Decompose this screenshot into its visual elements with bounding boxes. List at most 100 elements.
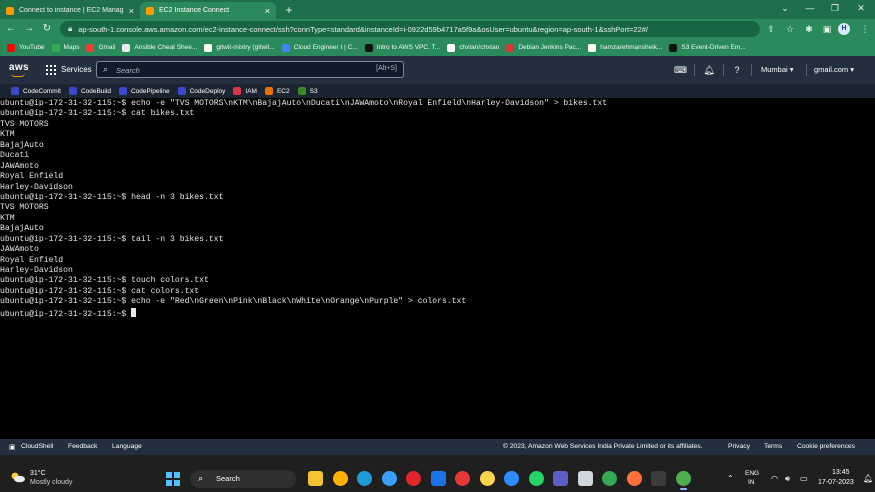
tab-ec2-instance-connect[interactable]: EC2 Instance Connect × [140,2,276,19]
forward-icon[interactable]: → [22,22,36,36]
bookmark-item[interactable]: Debian Jenkins Pac... [506,43,582,52]
copilot-app-icon[interactable] [381,471,397,486]
notifications-bell-icon[interactable]: 🔔︎ [703,64,715,76]
notifications-icon[interactable]: 🔔︎ [863,474,873,483]
bookmark-item[interactable]: Intro to AWS VPC. T... [364,43,440,52]
weather-temperature[interactable]: 31°C [30,470,46,477]
bookmark-item[interactable]: hamzarehmansheik... [588,43,662,52]
service-favorite-codecommit[interactable]: CodeCommit [11,87,61,95]
aws-search-input[interactable] [116,64,346,76]
chrome-app-icon[interactable] [479,471,495,486]
reload-icon[interactable]: ↻ [40,22,54,36]
opera-app-icon[interactable] [406,471,421,486]
bookmark-item[interactable]: Ansible Cheat Shee... [122,43,197,52]
show-hidden-icons-chevron-icon[interactable]: ⌃ [727,474,734,483]
service-icon [118,87,127,95]
minimize-icon[interactable]: — [801,3,819,13]
terminal-prompt-line[interactable]: ubuntu@ip-172-31-32-115:~$ [0,307,875,319]
restore-icon[interactable]: ❐ [826,3,844,14]
chrome-green-app-icon[interactable] [602,471,617,486]
service-favorite-codebuild[interactable]: CodeBuild [68,87,111,95]
bookmark-label: Debian Jenkins Pac... [518,44,582,51]
terminal-line: Harley-Davidson [0,266,73,275]
feedback-link[interactable]: Feedback [68,443,97,450]
menu-kebab-icon[interactable]: ⋮ [859,23,871,35]
bookmark-label: Maps [63,44,80,51]
bookmark-label: S3 Event-Driven Em... [681,44,746,51]
teams-app-icon[interactable] [553,471,568,486]
tab-search-icon[interactable]: ⌄ [776,3,794,14]
extensions-icon[interactable]: ✱ [803,23,815,35]
battery-icon[interactable]: ▭ [800,474,808,483]
close-tab-icon[interactable]: × [265,6,270,16]
share-icon[interactable]: ⇪ [765,23,777,35]
clock-time[interactable]: 13:45 [832,469,850,476]
bookmark-item[interactable]: S3 Event-Driven Em... [669,43,746,52]
bookmark-item[interactable]: Gmail [86,43,115,52]
weather-description[interactable]: Mostly cloudy [30,479,72,486]
service-favorite-label: EC2 [276,87,290,95]
privacy-link[interactable]: Privacy [728,443,750,450]
language-indicator[interactable]: ENG [745,470,759,477]
terminal-line: BajajAuto [0,224,44,234]
taskbar-search[interactable]: ⌕ Search [190,470,296,488]
mail-app-icon[interactable] [430,471,446,486]
bookmark-star-icon[interactable]: ☆ [784,23,796,35]
service-favorite-codepipeline[interactable]: CodePipeline [118,87,170,95]
region-indicator[interactable]: IN [748,479,755,486]
aws-search-box[interactable]: ⌕ [Alt+S] [96,61,404,78]
ssh-terminal[interactable]: ubuntu@ip-172-31-32-115:~$ echo -e "TVS … [0,98,875,439]
new-tab-button[interactable]: + [282,3,296,17]
tab-connect-to-instance[interactable]: Connect to instance | EC2 Manag × [0,2,140,19]
cloudshell-footer-icon[interactable]: ▣ [9,443,15,451]
edge-app-icon[interactable] [357,471,372,486]
account-menu[interactable]: gmail.com ▾ [814,65,854,74]
lock-icon: 🔒︎ [68,24,73,33]
search-shortcut-hint: [Alt+S] [376,65,397,72]
address-bar[interactable]: 🔒︎ ap-south-1.console.aws.amazon.com/ec2… [60,21,760,37]
services-grid-icon[interactable] [46,65,56,75]
service-favorite-ec2[interactable]: EC2 [264,87,290,95]
chrome-active-app-icon[interactable] [675,471,691,490]
cookie-preferences-link[interactable]: Cookie preferences [797,443,855,450]
whatsapp-app-icon[interactable] [528,471,544,486]
chrome-profile-app-icon[interactable] [332,471,348,486]
profile-avatar[interactable]: H [838,23,850,35]
bookmark-favicon-icon [86,43,95,52]
bookmark-item[interactable]: YouTube [7,43,45,52]
service-favorite-s3[interactable]: S3 [297,87,318,95]
bookmark-favicon-icon [51,43,60,52]
cloudshell-link[interactable]: CloudShell [21,443,53,450]
service-favorite-label: CodeDeploy [189,87,226,95]
terminal-app-icon[interactable] [651,471,666,486]
bookmark-item[interactable]: Maps [51,43,80,52]
terminal-line: KTM [0,213,15,223]
bookmark-favicon-icon [204,43,213,52]
file-explorer-app-icon[interactable] [308,471,323,486]
close-tab-icon[interactable]: × [129,6,134,16]
region-selector[interactable]: Mumbai ▾ [761,65,794,74]
back-icon[interactable]: ← [4,22,18,36]
service-favorite-codedeploy[interactable]: CodeDeploy [177,87,226,95]
bookmark-item[interactable]: gitwit-mistry (gitwit... [204,43,275,52]
chrome-red-app-icon[interactable] [455,471,470,486]
bookmark-item[interactable]: Cloud Engineer I | C... [281,43,358,52]
windows-start-icon[interactable] [166,472,180,486]
aws-logo[interactable]: aws [9,62,29,73]
service-favorite-iam[interactable]: IAM [233,87,257,95]
firefox-app-icon[interactable] [626,471,642,486]
zoom-app-icon[interactable] [504,471,519,486]
language-link[interactable]: Language [112,443,142,450]
help-icon[interactable]: ? [731,64,743,76]
clock-date[interactable]: 17-07-2023 [818,479,854,486]
store-app-icon[interactable] [577,471,593,486]
volume-icon[interactable]: 🔊︎ [785,474,790,484]
close-window-icon[interactable]: ✕ [852,3,870,14]
services-menu[interactable]: Services [61,65,92,74]
cloudshell-icon[interactable]: ⌨ [674,64,687,76]
weather-cloud-icon[interactable] [10,471,26,483]
bookmark-item[interactable]: chxtan/chxtan [447,43,499,52]
terms-link[interactable]: Terms [764,443,782,450]
wifi-icon[interactable]: ◠ [771,474,778,483]
side-panel-icon[interactable]: ▣ [821,23,833,35]
